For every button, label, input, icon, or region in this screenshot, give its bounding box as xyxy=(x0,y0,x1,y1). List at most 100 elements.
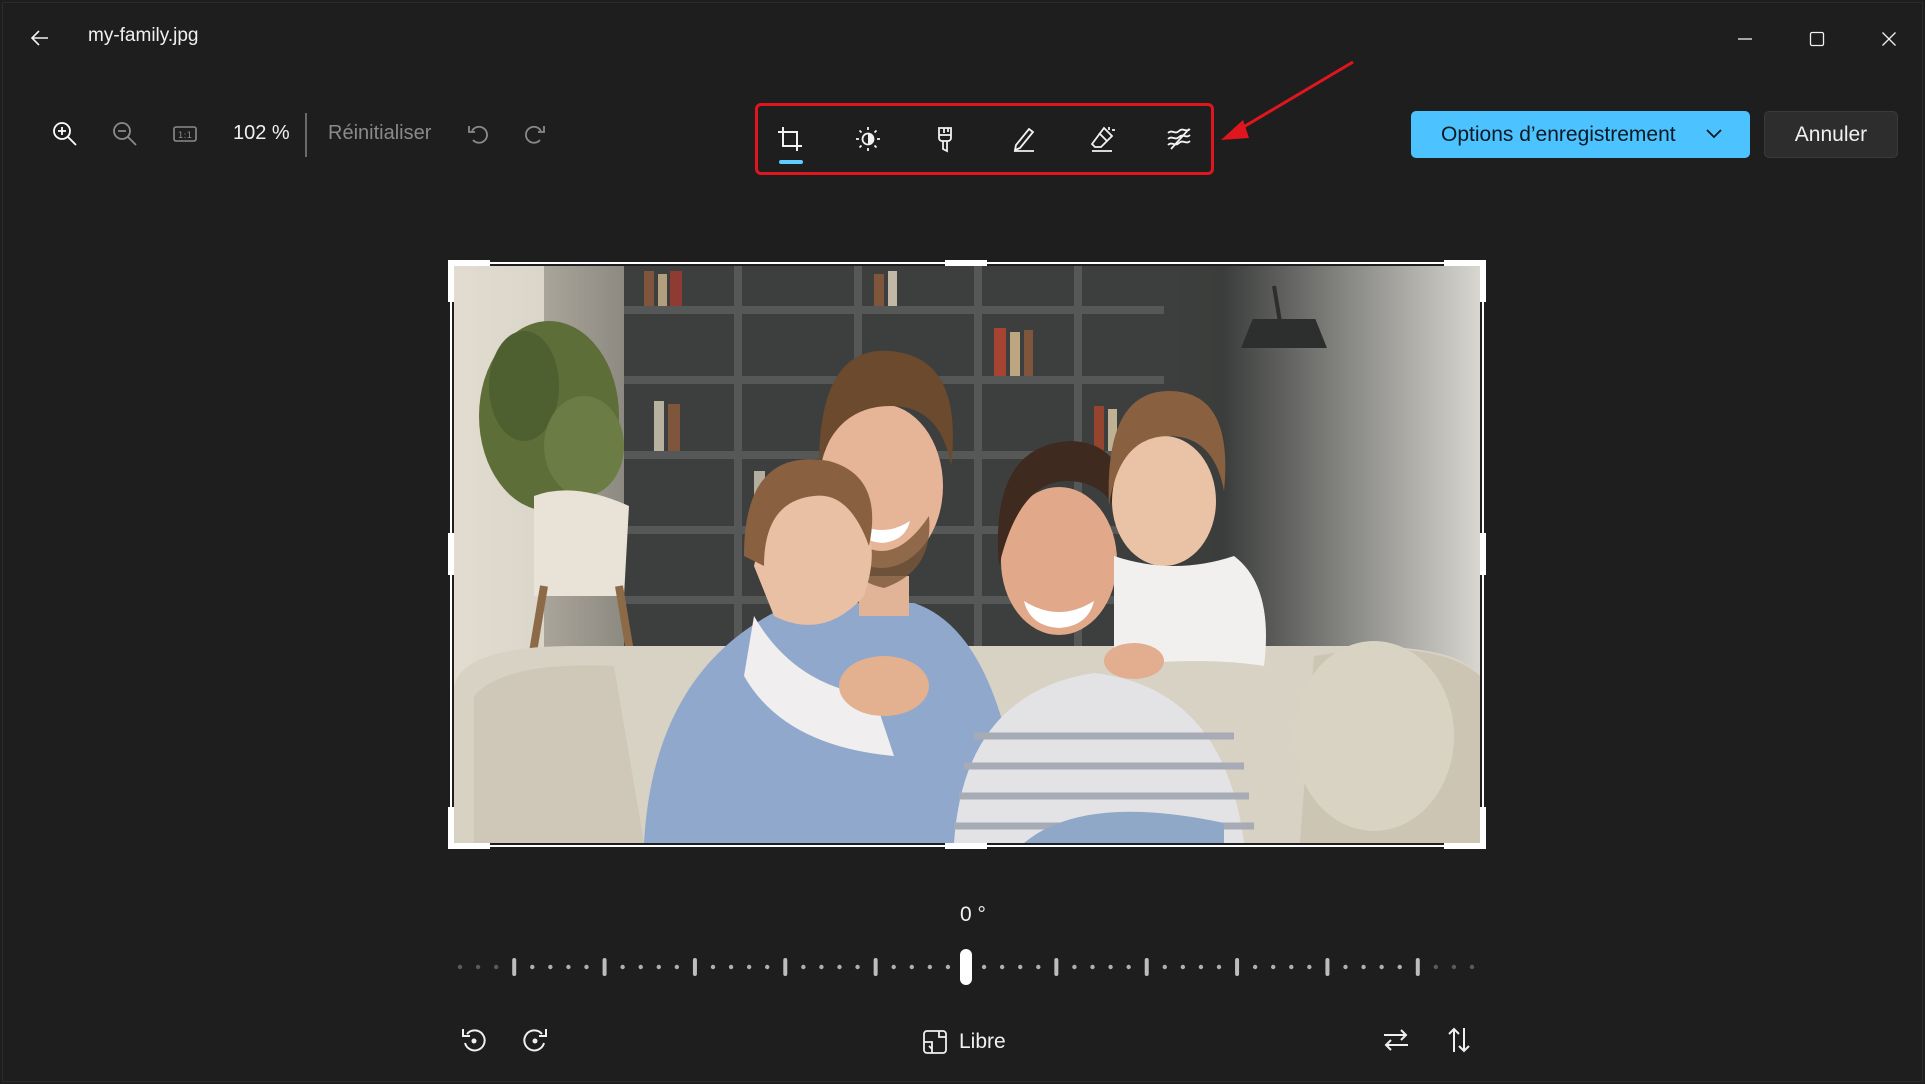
slider-major-tick xyxy=(1054,958,1059,976)
cancel-button[interactable]: Annuler xyxy=(1764,111,1898,158)
crop-handle-bottom[interactable] xyxy=(945,843,987,849)
rotation-slider[interactable] xyxy=(455,947,1477,987)
back-arrow-icon[interactable] xyxy=(23,21,57,55)
slider-minor-tick xyxy=(837,964,842,970)
slider-major-tick xyxy=(783,958,788,976)
slider-minor-tick xyxy=(1180,964,1186,970)
slider-minor-tick xyxy=(493,964,499,970)
crop-icon[interactable] xyxy=(764,113,816,165)
close-icon[interactable] xyxy=(1859,17,1919,61)
slider-minor-tick xyxy=(1090,964,1095,970)
save-options-button[interactable]: Options d’enregistrement xyxy=(1411,111,1750,158)
minimize-icon[interactable] xyxy=(1715,17,1775,61)
aspect-ratio-button[interactable]: Libre xyxy=(921,1024,1006,1060)
slider-minor-tick xyxy=(765,964,770,970)
crop-handle-bottom-right-v[interactable] xyxy=(1480,807,1486,849)
slider-minor-tick xyxy=(1072,964,1077,970)
undo-icon[interactable] xyxy=(455,111,501,157)
slider-minor-tick xyxy=(1271,964,1276,970)
slider-minor-tick xyxy=(1343,964,1348,970)
crop-handle-top-left-v[interactable] xyxy=(448,260,454,302)
rotate-right-icon[interactable] xyxy=(514,1019,556,1061)
aspect-ratio-label: Libre xyxy=(959,1030,1006,1053)
slider-minor-tick xyxy=(1433,964,1439,970)
red-arrow-annotation xyxy=(1221,60,1354,140)
slider-minor-tick xyxy=(981,964,987,970)
slider-minor-tick xyxy=(475,964,481,970)
brightness-icon[interactable] xyxy=(842,113,894,165)
slider-minor-tick xyxy=(1108,964,1113,970)
rotation-slider-thumb[interactable] xyxy=(960,949,972,985)
crop-handle-left[interactable] xyxy=(448,533,454,575)
zoom-in-icon[interactable] xyxy=(42,111,88,157)
crop-handle-bottom-left-v[interactable] xyxy=(448,807,454,849)
window-title: my-family.jpg xyxy=(88,25,199,46)
zoom-out-icon[interactable] xyxy=(102,111,148,157)
slider-minor-tick xyxy=(855,964,860,970)
photos-editor-window: my-family.jpg 1:1 102 % Réinitialiser Op… xyxy=(2,2,1923,1082)
aspect-ratio-icon xyxy=(921,1028,949,1056)
slider-minor-tick xyxy=(891,964,896,970)
slider-minor-tick xyxy=(1451,964,1457,970)
edit-tools-highlight xyxy=(755,103,1214,175)
eraser-icon[interactable] xyxy=(1076,113,1128,165)
slider-minor-tick xyxy=(1216,964,1222,970)
filter-icon[interactable] xyxy=(919,113,971,165)
slider-major-tick xyxy=(1415,958,1420,976)
slider-minor-tick xyxy=(945,964,951,970)
zoom-level[interactable]: 102 % xyxy=(233,122,290,145)
slider-minor-tick xyxy=(638,964,643,970)
crop-handle-top[interactable] xyxy=(945,260,987,266)
slider-minor-tick xyxy=(927,964,933,970)
slider-major-tick xyxy=(1144,958,1149,976)
slider-minor-tick xyxy=(909,964,914,970)
crop-handle-top-left[interactable] xyxy=(448,260,490,266)
slider-minor-tick xyxy=(1379,964,1384,970)
slider-minor-tick xyxy=(728,964,734,970)
background-blur-icon[interactable] xyxy=(1154,113,1206,165)
rotate-left-icon[interactable] xyxy=(453,1019,495,1061)
slider-minor-tick xyxy=(1252,964,1258,970)
slider-major-tick xyxy=(1235,958,1240,976)
slider-minor-tick xyxy=(1036,964,1041,970)
slider-minor-tick xyxy=(1018,964,1023,970)
slider-minor-tick xyxy=(620,964,625,970)
slider-major-tick xyxy=(692,958,697,976)
rotation-angle-label: 0 ° xyxy=(960,903,986,926)
flip-vertical-icon[interactable] xyxy=(1438,1019,1480,1061)
slider-minor-tick xyxy=(674,964,680,970)
crop-handle-bottom-left[interactable] xyxy=(448,843,490,849)
slider-minor-tick xyxy=(710,964,716,970)
reset-button[interactable]: Réinitialiser xyxy=(328,122,431,145)
maximize-icon[interactable] xyxy=(1787,17,1847,61)
redo-icon[interactable] xyxy=(512,111,558,157)
slider-major-tick xyxy=(1325,958,1330,976)
slider-minor-tick xyxy=(1126,964,1131,970)
crop-frame[interactable] xyxy=(450,262,1484,847)
svg-text:1:1: 1:1 xyxy=(178,131,192,141)
slider-minor-tick xyxy=(746,964,752,970)
slider-minor-tick xyxy=(457,964,463,970)
markup-pen-icon[interactable] xyxy=(998,113,1050,165)
slider-minor-tick xyxy=(1198,964,1204,970)
slider-minor-tick xyxy=(819,964,824,970)
slider-major-tick xyxy=(602,958,607,976)
crop-handle-right[interactable] xyxy=(1480,533,1486,575)
slider-minor-tick xyxy=(530,964,535,970)
slider-major-tick xyxy=(873,958,878,976)
slider-minor-tick xyxy=(1469,964,1475,970)
save-options-label: Options d’enregistrement xyxy=(1441,122,1676,146)
crop-handle-top-right-v[interactable] xyxy=(1480,260,1486,302)
slider-minor-tick xyxy=(801,964,806,970)
flip-horizontal-icon[interactable] xyxy=(1375,1019,1417,1061)
slider-minor-tick xyxy=(566,964,571,970)
slider-minor-tick xyxy=(1397,964,1402,970)
toolbar-divider xyxy=(305,113,307,157)
slider-major-tick xyxy=(512,958,517,976)
slider-minor-tick xyxy=(1361,964,1366,970)
slider-minor-tick xyxy=(1307,964,1312,970)
slider-minor-tick xyxy=(656,964,661,970)
actual-size-icon[interactable]: 1:1 xyxy=(162,111,208,157)
slider-minor-tick xyxy=(584,964,589,970)
chevron-down-icon xyxy=(1704,123,1724,149)
